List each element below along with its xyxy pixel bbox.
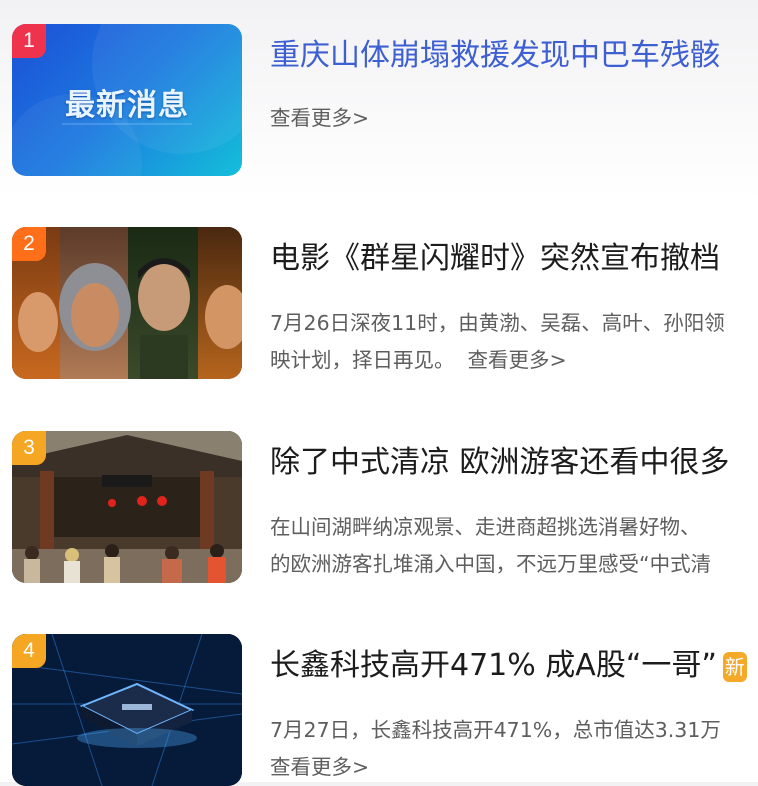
movie-poster-image xyxy=(12,227,242,379)
see-more-link[interactable]: 查看更多> xyxy=(270,755,369,779)
rank-badge: 4 xyxy=(12,634,46,668)
thumbnail-headline: 最新消息 xyxy=(65,88,189,123)
see-more-link[interactable]: 查看更多> xyxy=(468,348,567,372)
news-thumbnail[interactable]: 4 xyxy=(12,634,242,786)
desc-line-1: 7月27日，长鑫科技高开471%，总市值达3.31万 xyxy=(270,718,721,742)
new-badge: 新 xyxy=(722,651,747,682)
desc-line-2: 的欧洲游客扎堆涌入中国，不远万里感受“中式清 xyxy=(270,552,712,576)
news-title[interactable]: 电影《群星闪耀时》突然宣布撤档 xyxy=(270,239,720,279)
news-title[interactable]: 重庆山体崩塌救援发现中巴车残骸 xyxy=(270,36,720,76)
desc-line-1: 在山间湖畔纳凉观景、走进商超挑选消暑好物、 xyxy=(270,515,701,539)
desc-line-2: 映计划，择日再见。 查看更多> xyxy=(270,342,758,379)
news-title[interactable]: 除了中式清凉 欧洲游客还看中很多 xyxy=(270,443,730,483)
desc-line-1: 7月26日深夜11时，由黄渤、吴磊、高叶、孙阳领 xyxy=(270,311,725,335)
see-more-link[interactable]: 查看更多> xyxy=(270,106,369,130)
rank-badge: 2 xyxy=(12,227,46,261)
news-desc: 查看更多> xyxy=(270,100,758,137)
desc-line-2-text: 映计划，择日再见。 xyxy=(270,348,455,372)
news-title-text: 长鑫科技高开471% 成A股“一哥” xyxy=(270,648,717,683)
news-thumbnail[interactable]: 最新消息 1 xyxy=(12,24,242,176)
news-desc: 7月26日深夜11时，由黄渤、吴磊、高叶、孙阳领 映计划，择日再见。 查看更多> xyxy=(270,305,758,379)
chip-image xyxy=(12,634,242,786)
news-thumbnail[interactable]: 2 xyxy=(12,227,242,379)
desc-line-2: 查看更多> xyxy=(270,749,758,786)
news-desc: 7月27日，长鑫科技高开471%，总市值达3.31万 查看更多> xyxy=(270,712,758,786)
news-title[interactable]: 长鑫科技高开471% 成A股“一哥” 新 xyxy=(270,646,747,686)
rank-badge: 1 xyxy=(12,24,46,58)
rank-badge: 3 xyxy=(12,431,46,465)
street-scene-image xyxy=(12,431,242,583)
news-thumbnail[interactable]: 3 xyxy=(12,431,242,583)
news-desc: 在山间湖畔纳凉观景、走进商超挑选消暑好物、 的欧洲游客扎堆涌入中国，不远万里感受… xyxy=(270,509,758,583)
